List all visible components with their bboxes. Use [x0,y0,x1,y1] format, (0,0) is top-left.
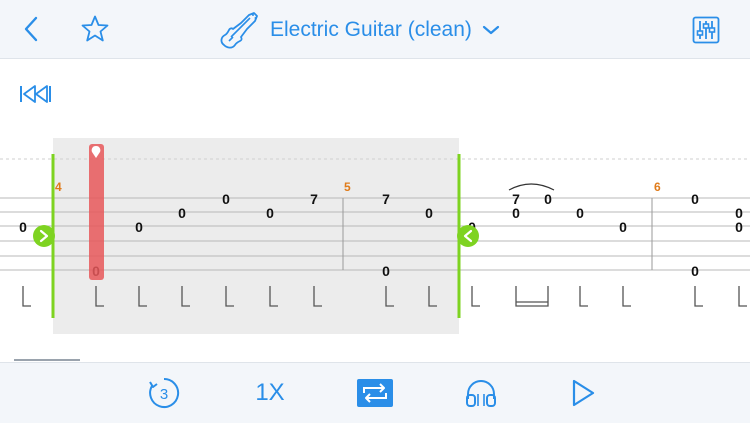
tab-note: 0 [544,191,552,207]
track-selector[interactable]: Electric Guitar (clean) [218,10,500,50]
rewind-to-start-icon [20,85,51,103]
tab-note: 0 [691,191,699,207]
headphones-button[interactable] [461,363,501,423]
back-button[interactable] [16,14,46,44]
tab-note: 0 [425,205,433,221]
tab-note: 0 [266,205,274,221]
tab-note: 7 [382,191,390,207]
play-button[interactable] [564,363,602,423]
chevron-down-icon [482,25,499,35]
tab-note: 0 [576,205,584,221]
mixer-button[interactable] [690,14,722,46]
guitar-icon [220,12,258,49]
loop-end-handle[interactable] [457,225,479,247]
loop-toggle-button[interactable] [354,363,396,423]
bar-number: 4 [55,180,62,194]
tab-note: 0 [691,263,699,279]
countin-button[interactable]: 3 [144,363,184,423]
tab-note: 0 [135,219,143,235]
tab-note: 0 [178,205,186,221]
speed-button[interactable]: 1X [244,363,296,423]
star-icon [81,15,109,42]
tab-note: 7 [310,191,318,207]
scroll-indicator[interactable] [14,359,80,361]
tab-note: 0 [19,219,27,235]
loop-selection[interactable] [53,138,459,334]
favorite-button[interactable] [78,12,112,46]
headphones-icon [466,380,496,407]
speed-label: 1X [255,379,285,406]
loop-icon [357,379,393,407]
loop-start-handle[interactable] [33,225,55,247]
mixer-icon [692,16,720,44]
track-title: Electric Guitar (clean) [270,18,472,41]
back-chevron-icon [24,16,38,42]
bar-number: 5 [344,180,351,194]
rewind-button[interactable] [18,82,54,106]
playback-toolbar: 3 1X [0,362,750,423]
bar-number: 6 [654,180,661,194]
play-icon [572,379,595,407]
countin-value: 3 [160,386,168,403]
tab-note: 0 [382,263,390,279]
tab-note: 0 [222,191,230,207]
tab-note: 0 [512,205,520,221]
tab-note: 0 [619,219,627,235]
countin-icon: 3 [149,377,180,408]
tie-arc [508,183,555,191]
playback-cursor[interactable] [89,144,104,280]
top-toolbar: Electric Guitar (clean) [0,0,750,59]
tab-note: 0 [735,219,743,235]
tablature-score[interactable]: 4 5 6 0 0 0 0 0 0 7 7 0 0 0 7 0 0 0 0 0 … [0,120,750,360]
